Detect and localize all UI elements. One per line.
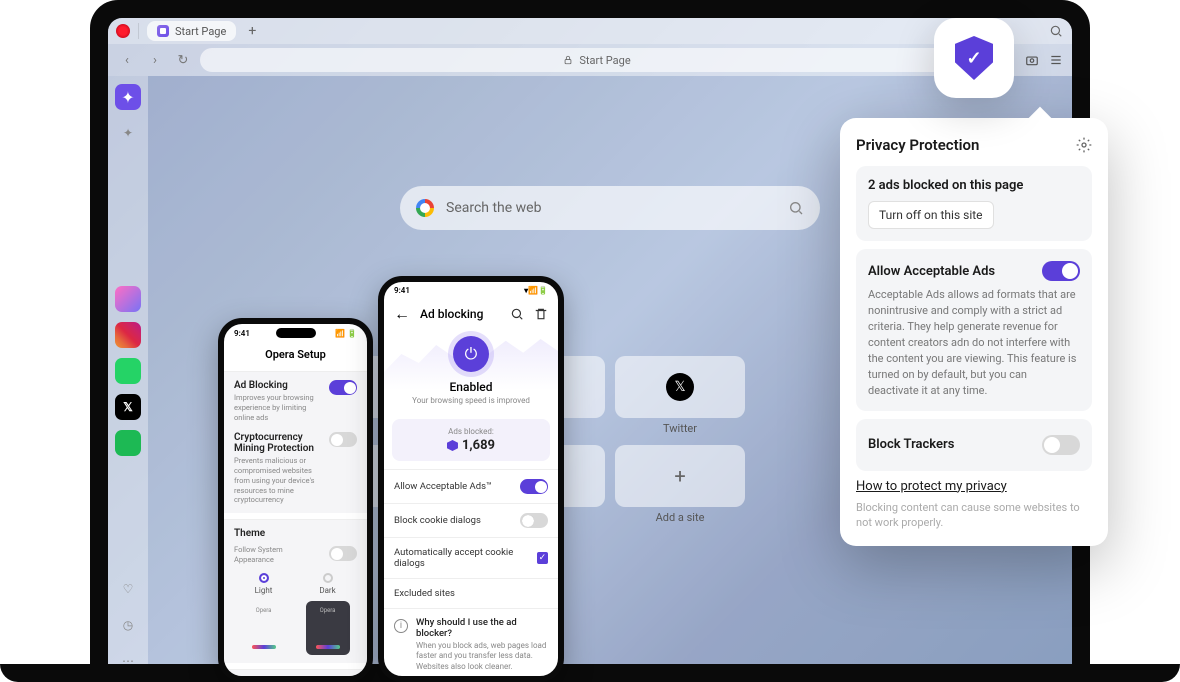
tab-start-page[interactable]: Start Page — [147, 21, 236, 41]
lock-icon — [563, 55, 573, 65]
theme-dark-option[interactable]: Dark Opera — [306, 573, 350, 655]
excluded-sites-row[interactable]: Excluded sites — [384, 578, 558, 608]
search-placeholder: Search the web — [446, 200, 776, 216]
back-arrow-icon[interactable]: ← — [394, 304, 410, 324]
adblock-heading: Ad Blocking — [234, 380, 319, 391]
radio-on-icon — [259, 573, 269, 583]
faq-a1: When you block ads, web pages load faste… — [416, 641, 548, 672]
tile-twitter[interactable]: 𝕏 — [615, 356, 745, 418]
reload-button[interactable]: ↻ — [172, 49, 194, 71]
shield-check-icon — [955, 36, 993, 80]
android-page-title: Ad blocking — [420, 307, 510, 321]
android-time: 9:41 — [394, 286, 410, 295]
block-cookies-row: Block cookie dialogs — [384, 503, 558, 537]
ios-phone-mockup: 9:41 📶 🔋 Opera Setup Ad Blocking Improve… — [218, 318, 373, 682]
ios-status-icons: 📶 🔋 — [335, 329, 357, 338]
theme-follow-toggle[interactable] — [329, 546, 357, 561]
ads-blocked-label: Ads blocked: — [400, 427, 542, 436]
adblock-desc: Improves your browsing experience by lim… — [234, 393, 319, 422]
power-button[interactable]: ⏻ — [453, 336, 489, 372]
radio-off-icon — [323, 573, 333, 583]
sidebar-setup-icon[interactable]: ✦ — [115, 120, 141, 146]
crypto-heading: Cryptocurrency Mining Protection — [234, 432, 319, 454]
sidebar-x-icon[interactable]: 𝕏 — [115, 394, 141, 420]
theme-heading: Theme — [234, 528, 357, 539]
x-icon: 𝕏 — [666, 373, 694, 401]
acceptable-ads-card: Allow Acceptable Ads Acceptable Ads allo… — [856, 249, 1092, 411]
back-button[interactable]: ‹ — [116, 49, 138, 71]
address-bar[interactable]: Start Page — [200, 48, 994, 72]
tab-label: Start Page — [175, 25, 226, 38]
theme-light-option[interactable]: Light Opera — [242, 573, 286, 655]
android-phone-mockup: 9:41 ▾📶🔋 ← Ad blocking ⏻ Enabled Your br… — [378, 276, 564, 682]
aria-ai-button[interactable]: ✦ — [115, 84, 141, 110]
allow-acceptable-label: Allow Acceptable Ads — [868, 264, 995, 279]
ios-time: 9:41 — [234, 329, 250, 338]
snapshot-icon[interactable] — [1024, 52, 1040, 68]
adblock-toggle[interactable] — [329, 380, 357, 395]
speed-dial-icon — [157, 25, 169, 37]
ads-blocked-card: Ads blocked: 1,689 — [392, 419, 550, 461]
search-input[interactable]: Search the web — [400, 186, 820, 230]
theme-dark-preview: Opera — [306, 601, 350, 655]
sidebar-history-icon[interactable]: ◷ — [115, 612, 141, 638]
allow-acceptable-toggle[interactable] — [520, 479, 548, 494]
navigation-heading: Navigation — [234, 678, 357, 682]
popup-footer-note: Blocking content can cause some websites… — [856, 500, 1092, 531]
allow-acceptable-toggle[interactable] — [1042, 261, 1080, 281]
block-cookies-toggle[interactable] — [520, 513, 548, 528]
laptop-base — [0, 664, 1180, 682]
crypto-desc: Prevents malicious or compromised websit… — [234, 456, 319, 505]
popup-title: Privacy Protection — [856, 136, 1092, 154]
allow-acceptable-desc: Acceptable Ads allows ad formats that ar… — [868, 287, 1080, 399]
block-trackers-card: Block Trackers — [856, 419, 1092, 471]
android-status-icons: ▾📶🔋 — [524, 286, 548, 295]
notch — [276, 328, 316, 338]
privacy-shield-badge[interactable] — [934, 18, 1014, 98]
faq-q1: Why should I use the ad blocker? — [416, 617, 548, 639]
blocked-ads-card: 2 ads blocked on this page Turn off on t… — [856, 166, 1092, 241]
crypto-toggle[interactable] — [329, 432, 357, 447]
enabled-sub: Your browsing speed is improved — [388, 396, 554, 405]
tab-bar: Start Page + — [108, 18, 1072, 44]
ios-page-title: Opera Setup — [224, 342, 367, 371]
theme-follow-label: Follow System Appearance — [234, 545, 319, 565]
search-icon — [788, 200, 804, 216]
opera-logo-icon — [116, 24, 130, 38]
tile-label: Twitter — [615, 422, 745, 435]
sidebar-heart-icon[interactable]: ♡ — [115, 576, 141, 602]
sidebar-whatsapp-icon[interactable] — [115, 358, 141, 384]
ads-blocked-count: 1,689 — [400, 438, 542, 453]
search-icon[interactable] — [510, 307, 524, 321]
allow-acceptable-row: Allow Acceptable Ads™ — [384, 469, 558, 503]
new-tab-button[interactable]: + — [244, 23, 260, 39]
block-trackers-toggle[interactable] — [1042, 435, 1080, 455]
toolbar: ‹ › ↻ Start Page — [108, 44, 1072, 76]
plus-icon: + — [674, 464, 685, 488]
block-trackers-label: Block Trackers — [868, 437, 954, 452]
google-logo-icon — [416, 199, 434, 217]
info-icon: i — [394, 619, 408, 633]
forward-button[interactable]: › — [144, 49, 166, 71]
theme-light-preview: Opera — [242, 601, 286, 655]
tile-label: Add a site — [615, 511, 745, 524]
privacy-protection-popup: Privacy Protection 2 ads blocked on this… — [840, 118, 1108, 546]
trash-icon[interactable] — [534, 307, 548, 321]
sidebar-messenger-icon[interactable] — [115, 286, 141, 312]
turn-off-button[interactable]: Turn off on this site — [868, 201, 994, 229]
easy-setup-icon[interactable] — [1048, 52, 1064, 68]
hexagon-icon — [447, 440, 458, 451]
gear-icon[interactable] — [1076, 137, 1092, 153]
blocked-headline: 2 ads blocked on this page — [868, 178, 1080, 193]
how-to-protect-link[interactable]: How to protect my privacy — [856, 479, 1092, 494]
tile-add-site[interactable]: + — [615, 445, 745, 507]
sidebar-instagram-icon[interactable] — [115, 322, 141, 348]
auto-accept-cookies-row: Automatically accept cookie dialogs ✓ — [384, 537, 558, 578]
sidebar-spotify-icon[interactable] — [115, 430, 141, 456]
checkbox-checked-icon[interactable]: ✓ — [537, 552, 548, 564]
address-text: Start Page — [579, 54, 630, 67]
sidebar: ✦ ✦ 𝕏 ♡ ◷ ⋯ — [108, 76, 148, 682]
search-tabs-icon[interactable] — [1048, 23, 1064, 39]
faq-section: i Why should I use the ad blocker? When … — [384, 608, 558, 680]
